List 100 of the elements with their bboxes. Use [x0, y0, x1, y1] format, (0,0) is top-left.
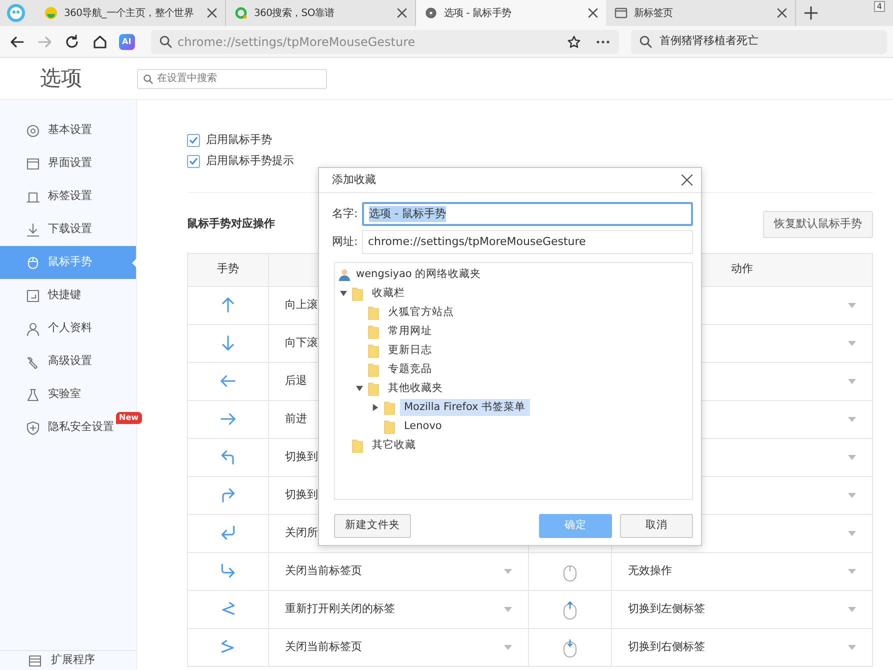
action-select[interactable]: 切换到右侧标签: [628, 638, 705, 656]
collapsed-caret-icon[interactable]: [372, 404, 378, 411]
folder-icon: [384, 400, 395, 414]
dropdown-caret-icon[interactable]: [848, 492, 856, 498]
action-select[interactable]: 切换到: [285, 486, 318, 504]
column-header: 动作: [731, 261, 753, 278]
tab-icon: [26, 190, 40, 204]
wrench-icon: [26, 354, 40, 368]
flask-icon: [26, 388, 40, 402]
back-icon: [8, 34, 25, 50]
close-icon[interactable]: [588, 8, 598, 18]
action-select[interactable]: 关闭当前标签页: [285, 638, 362, 656]
sidebar-item[interactable]: 下载设置: [0, 213, 136, 246]
new-badge: New: [116, 412, 142, 424]
dropdown-caret-icon[interactable]: [848, 530, 856, 536]
person-icon: [26, 322, 40, 336]
reset-button[interactable]: 恢复默认鼠标手势: [763, 211, 873, 238]
sidebar-item[interactable]: 标签设置: [0, 180, 136, 213]
browser-logo-icon: [6, 3, 26, 23]
folder-icon: [352, 286, 363, 300]
close-icon[interactable]: [207, 8, 217, 18]
search-logo-icon: [234, 6, 248, 20]
sidebar-item[interactable]: 扩展程序: [0, 650, 136, 670]
close-icon[interactable]: [681, 174, 693, 186]
action-select[interactable]: 无效操作: [628, 562, 672, 580]
expanded-caret-icon[interactable]: [356, 385, 362, 392]
field-label: 网址:: [332, 234, 358, 250]
sidebar-item[interactable]: 快捷键: [0, 279, 136, 312]
tree-item[interactable]: 更新日志: [384, 342, 436, 360]
dropdown-caret-icon[interactable]: [848, 302, 856, 308]
web-search-field[interactable]: 首例猪肾移植者死亡: [630, 30, 888, 54]
sidebar-item[interactable]: 基本设置: [0, 114, 136, 147]
folder-icon: [368, 306, 379, 320]
column-header: 手势: [217, 261, 239, 278]
browser-tab[interactable]: 选项 - 鼠标手势: [416, 0, 606, 26]
action-select[interactable]: 关闭所: [285, 524, 318, 542]
tree-item[interactable]: 常用网址: [384, 322, 436, 340]
dropdown-caret-icon[interactable]: [848, 644, 856, 650]
action-select[interactable]: 重新打开刚关闭的标签: [285, 600, 395, 618]
field-label: 名字:: [332, 206, 358, 222]
download-icon: [26, 222, 40, 236]
user-icon: [338, 268, 351, 281]
dialog-title: 添加收藏: [332, 172, 376, 188]
dropdown-caret-icon[interactable]: [848, 606, 856, 612]
search-input[interactable]: 在设置中搜索: [157, 71, 317, 86]
dropdown-caret-icon[interactable]: [504, 606, 512, 612]
action-select[interactable]: 向上滚: [285, 296, 318, 314]
action-select[interactable]: 后退: [285, 372, 307, 390]
dialog-button[interactable]: 新建文件夹: [334, 514, 411, 538]
new-tab-icon[interactable]: [804, 6, 818, 20]
folder-icon: [352, 438, 363, 452]
action-select[interactable]: 切换到左侧标签: [628, 600, 705, 618]
folder-icon: [384, 420, 395, 434]
action-select[interactable]: 切换到: [285, 448, 318, 466]
tree-item[interactable]: Mozilla Firefox 书签菜单: [400, 398, 530, 416]
action-select[interactable]: 前进: [285, 410, 307, 428]
check-icon: [189, 157, 198, 166]
action-select[interactable]: 向下滚: [285, 334, 318, 352]
sidebar-item[interactable]: 个人资料: [0, 312, 136, 345]
checkbox[interactable]: [187, 134, 200, 147]
mouse-icon: [26, 256, 40, 270]
folder-icon: [368, 362, 379, 376]
dropdown-caret-icon[interactable]: [504, 644, 512, 650]
search-icon: [143, 74, 153, 84]
dropdown-caret-icon[interactable]: [848, 454, 856, 460]
dropdown-caret-icon[interactable]: [848, 416, 856, 422]
dropdown-caret-icon[interactable]: [848, 568, 856, 574]
sidebar-item[interactable]: 实验室: [0, 378, 136, 411]
tree-item[interactable]: 收藏栏: [368, 284, 409, 302]
tab-count-badge[interactable]: 4: [874, 1, 885, 12]
reload-icon: [64, 34, 80, 50]
folder-icon: [368, 382, 379, 396]
folder-icon: [368, 324, 379, 338]
folder-icon: [368, 344, 379, 358]
check-icon: [189, 136, 198, 145]
sidebar-item[interactable]: 高级设置: [0, 345, 136, 378]
sidebar-item[interactable]: 界面设置: [0, 147, 136, 180]
tree-item[interactable]: 火狐官方站点: [384, 304, 458, 322]
url-field[interactable]: chrome://settings/tpMoreMouseGesture: [362, 230, 693, 254]
tree-item[interactable]: 其他收藏夹: [384, 380, 447, 398]
sidebar-item[interactable]: 隐私安全设置: [0, 411, 115, 444]
settings-icon: [26, 124, 40, 138]
tree-root-label: wengsiyao 的网络收藏夹: [356, 266, 482, 282]
expanded-caret-icon[interactable]: [340, 290, 346, 297]
dropdown-caret-icon[interactable]: [848, 378, 856, 384]
tree-item[interactable]: 其它收藏: [368, 436, 420, 454]
home-icon: [92, 34, 108, 50]
checkbox[interactable]: [187, 155, 200, 168]
action-select[interactable]: 关闭当前标签页: [285, 562, 362, 580]
star-icon[interactable]: [566, 34, 581, 48]
dialog-button[interactable]: 取消: [620, 514, 693, 538]
settings-search-field[interactable]: 在设置中搜索: [137, 68, 327, 88]
close-icon[interactable]: [777, 8, 787, 18]
dropdown-caret-icon[interactable]: [504, 568, 512, 574]
gear-icon: [424, 6, 438, 20]
name-field[interactable]: 选项 - 鼠标手势: [362, 202, 693, 226]
tree-item[interactable]: 专题竞品: [384, 360, 436, 378]
tree-item[interactable]: Lenovo: [400, 418, 446, 436]
close-icon[interactable]: [397, 8, 407, 18]
dropdown-caret-icon[interactable]: [848, 340, 856, 346]
